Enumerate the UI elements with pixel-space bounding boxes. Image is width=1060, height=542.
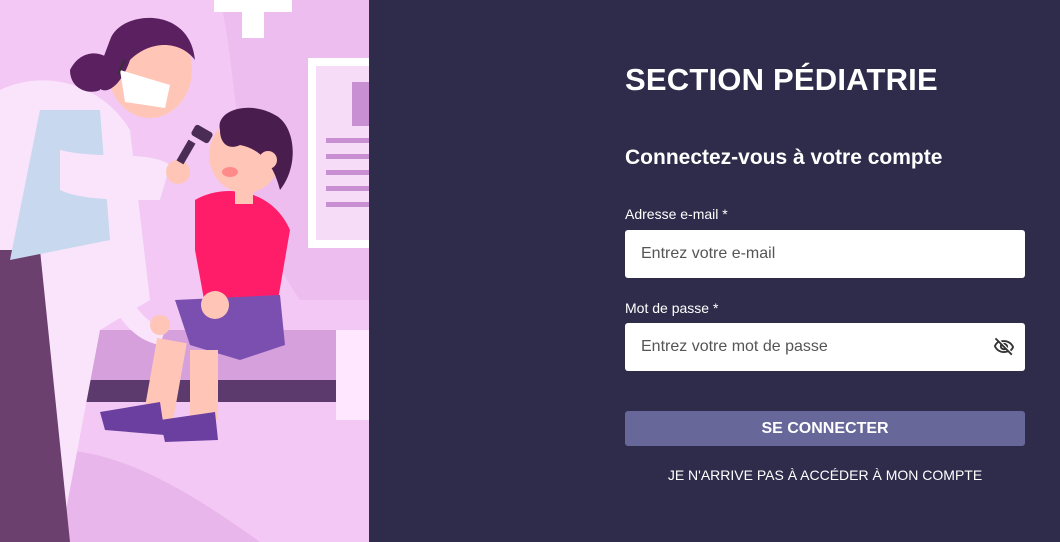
password-field[interactable] [625, 323, 1025, 371]
pediatric-illustration [0, 0, 369, 542]
email-field[interactable] [625, 230, 1025, 278]
password-field-container [625, 323, 1025, 371]
email-label: Adresse e-mail * [625, 206, 728, 222]
login-panel: SECTION PÉDIATRIE Connectez-vous à votre… [369, 0, 1060, 542]
eye-off-icon[interactable] [993, 336, 1015, 358]
page-title: SECTION PÉDIATRIE [625, 62, 938, 97]
account-help-link[interactable]: JE N'ARRIVE PAS À ACCÉDER À MON COMPTE [625, 467, 1025, 483]
illustration-panel [0, 0, 369, 542]
wall-chart [308, 58, 369, 248]
email-field-container [625, 230, 1025, 278]
password-label: Mot de passe * [625, 300, 719, 316]
login-button[interactable]: SE CONNECTER [625, 411, 1025, 446]
form-heading: Connectez-vous à votre compte [625, 146, 943, 169]
login-page: SECTION PÉDIATRIE Connectez-vous à votre… [0, 0, 1060, 542]
